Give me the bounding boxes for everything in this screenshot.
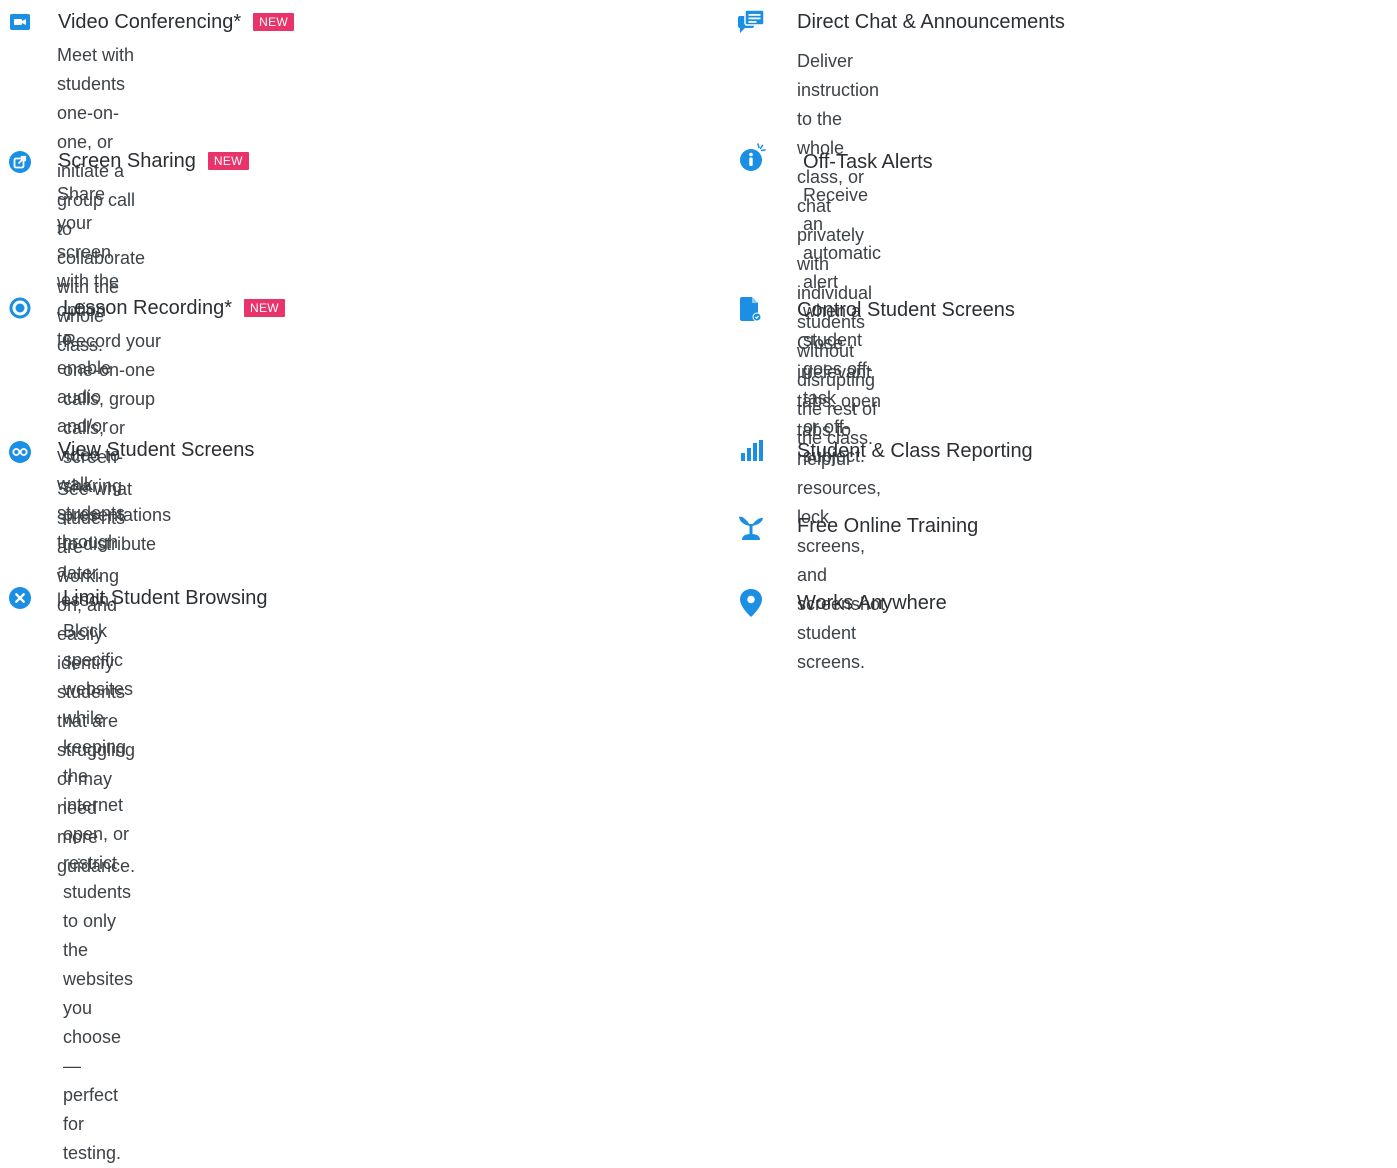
feature-description: Close irrelevant tabs, open tabs to help… <box>797 333 886 672</box>
block-icon <box>9 587 31 609</box>
eye-icon <box>9 441 31 463</box>
feature-title: Screen Sharing <box>58 150 196 172</box>
feature-title: Video Conferencing* <box>58 11 242 33</box>
feature-title: View Student Screens <box>58 439 255 461</box>
feature-title: Control Student Screens <box>797 299 1015 321</box>
document-check-icon <box>740 297 762 323</box>
feature-title: Direct Chat & Announcements <box>797 11 1065 33</box>
feature-title: Off-Task Alerts <box>803 151 933 173</box>
feature-title: Lesson Recording* <box>63 297 232 319</box>
feature-description: Block specific websites while keeping th… <box>63 621 134 1163</box>
feature-title: Limit Student Browsing <box>63 587 268 609</box>
feature-title: Student & Class Reporting <box>797 440 1033 462</box>
new-badge: NEW <box>244 299 285 317</box>
sprout-icon <box>738 515 764 541</box>
video-camera-icon <box>10 14 30 30</box>
share-screen-icon <box>9 151 31 173</box>
new-badge: NEW <box>207 152 249 170</box>
alert-info-icon <box>740 142 766 172</box>
feature-title: Works Anywhere <box>797 592 947 614</box>
new-badge: NEW <box>253 13 295 31</box>
record-icon <box>9 297 31 319</box>
feature-title: Free Online Training <box>797 515 979 537</box>
bar-chart-icon <box>741 440 763 462</box>
map-pin-icon <box>740 589 762 617</box>
chat-icon <box>738 10 764 34</box>
